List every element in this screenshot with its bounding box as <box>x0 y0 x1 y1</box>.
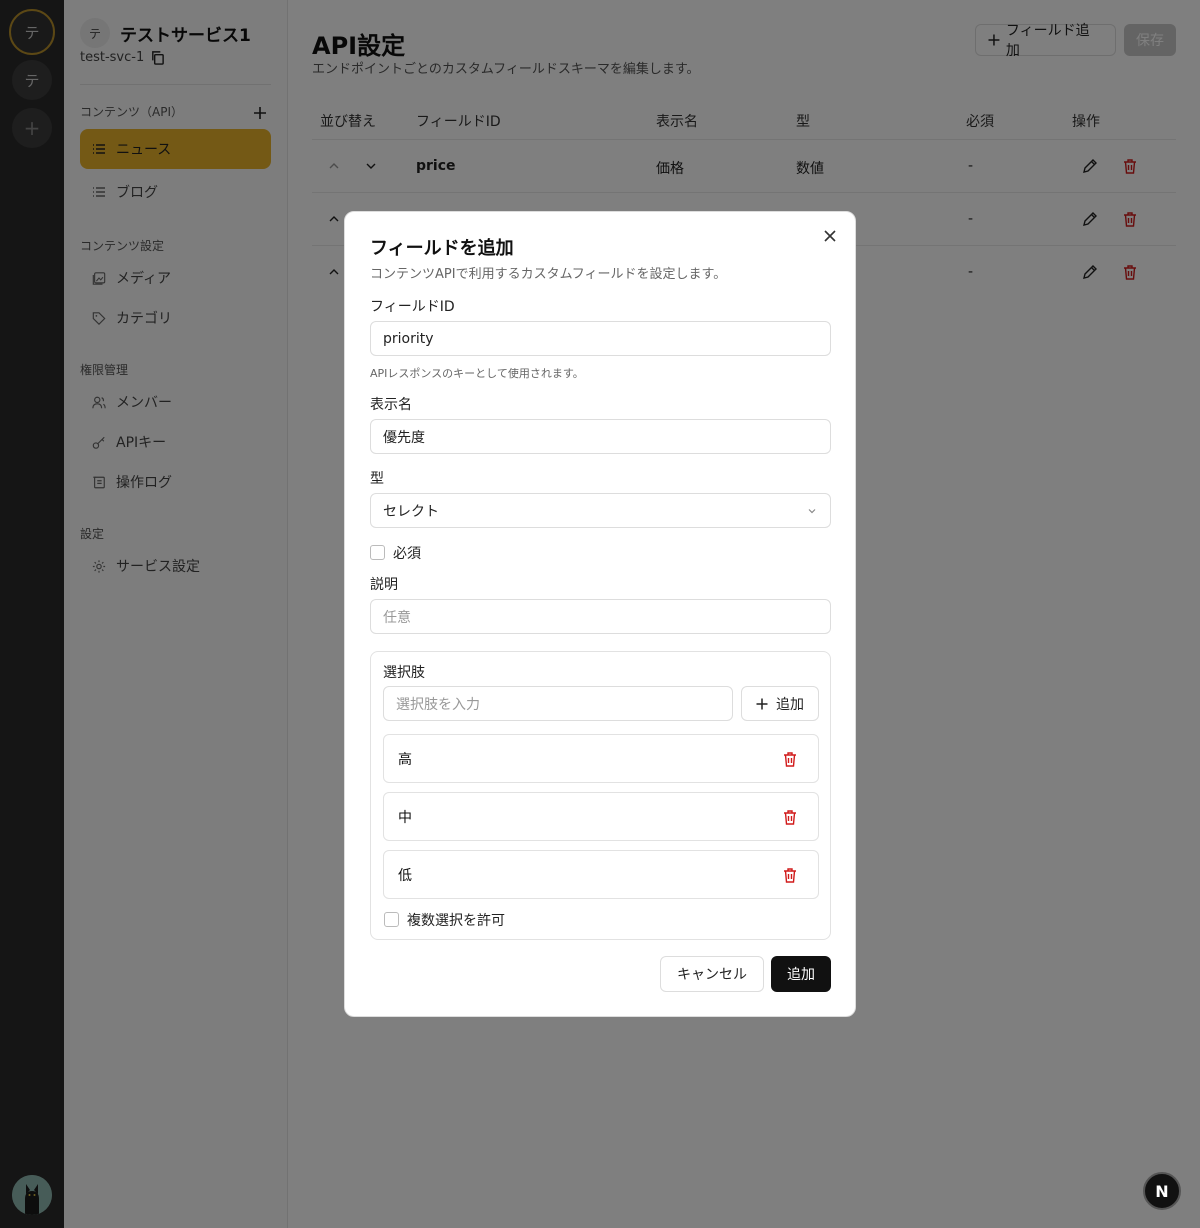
option-label: 低 <box>398 867 412 884</box>
type-select-value: セレクト <box>383 503 439 520</box>
description-label: 説明 <box>370 577 398 593</box>
field-id-input[interactable]: priority <box>370 321 831 356</box>
field-id-help: APIレスポンスのキーとして使用されます。 <box>370 367 584 380</box>
next-dev-indicator[interactable]: N <box>1143 1172 1181 1210</box>
plus-icon <box>756 698 768 709</box>
option-label: 高 <box>398 751 412 768</box>
trash-icon[interactable] <box>782 809 798 825</box>
option-item: 中 <box>383 792 819 841</box>
multi-select-label: 複数選択を許可 <box>407 913 505 929</box>
multi-select-checkbox[interactable] <box>384 912 399 927</box>
option-input[interactable]: 選択肢を入力 <box>383 686 733 721</box>
display-name-label: 表示名 <box>370 397 412 413</box>
option-label: 中 <box>398 809 412 826</box>
dialog-description: コンテンツAPIで利用するカスタムフィールドを設定します。 <box>370 267 727 282</box>
trash-icon[interactable] <box>782 751 798 767</box>
options-panel: 選択肢 選択肢を入力 追加 高 中 低 複数選択を許可 <box>370 651 831 940</box>
add-option-button[interactable]: 追加 <box>741 686 819 721</box>
display-name-input[interactable]: 優先度 <box>370 419 831 454</box>
type-select[interactable]: セレクト <box>370 493 831 528</box>
field-id-label: フィールドID <box>370 299 455 315</box>
dialog-title: フィールドを追加 <box>370 238 514 259</box>
required-checkbox-label: 必須 <box>393 546 421 562</box>
required-checkbox[interactable] <box>370 545 385 560</box>
chevron-down-icon <box>808 509 816 514</box>
close-icon[interactable] <box>823 229 837 243</box>
submit-add-button[interactable]: 追加 <box>771 956 831 992</box>
option-item: 高 <box>383 734 819 783</box>
trash-icon[interactable] <box>782 867 798 883</box>
add-field-dialog: フィールドを追加 コンテンツAPIで利用するカスタムフィールドを設定します。 フ… <box>344 211 856 1017</box>
cancel-button[interactable]: キャンセル <box>660 956 764 992</box>
type-label: 型 <box>370 471 384 487</box>
add-option-label: 追加 <box>776 696 804 713</box>
description-input[interactable]: 任意 <box>370 599 831 634</box>
option-item: 低 <box>383 850 819 899</box>
options-label: 選択肢 <box>383 665 425 681</box>
